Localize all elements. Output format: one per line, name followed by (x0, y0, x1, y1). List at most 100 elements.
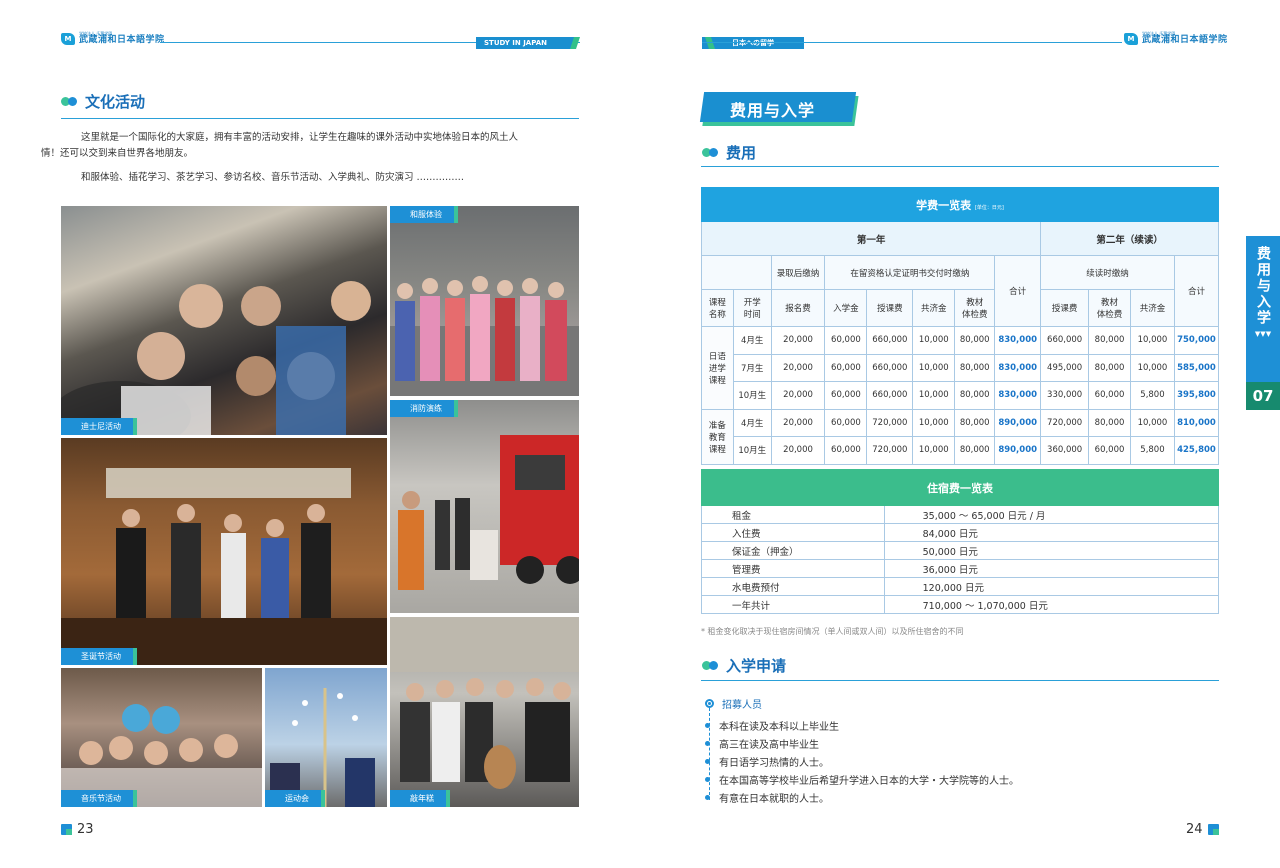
cell-adm: 60,000 (824, 408, 868, 437)
photo-label-sports: 运动会 (265, 790, 325, 807)
col-tuition: 授课费 (866, 289, 914, 327)
course-name: 准备 教育 课程 (701, 408, 734, 465)
rent-value: 84,000 日元 (883, 523, 1220, 542)
cell-total-1: 890,000 (994, 408, 1042, 437)
header-line-right (702, 42, 1122, 43)
cell-adm: 60,000 (824, 436, 868, 465)
cell-books: 80,000 (954, 381, 996, 410)
term: 7月生 (732, 353, 772, 382)
bullet-icon (705, 741, 710, 746)
section-divider-fees (701, 166, 1219, 167)
term: 10月生 (732, 381, 772, 410)
cell-reg: 20,000 (770, 436, 826, 465)
cell-books-2: 60,000 (1088, 381, 1131, 410)
banner-title: 费用与入学 (730, 101, 816, 120)
tuition-title-text: 学费一览表 (916, 198, 972, 212)
cell-tuition: 720,000 (866, 436, 914, 465)
logo-mark-right-icon: M (1124, 32, 1138, 45)
term: 4月生 (732, 326, 772, 355)
cell-tuition-2: 330,000 (1040, 381, 1090, 410)
cell-books-2: 80,000 (1088, 408, 1131, 437)
cell-tuition: 660,000 (866, 381, 914, 410)
list-item: 本科在读及本科以上毕业生 (705, 718, 839, 733)
table-row: 入住费 84,000 日元 (701, 523, 1220, 542)
rent-label: 租金 (701, 505, 885, 524)
col-tuition-2: 授课费 (1040, 289, 1090, 327)
col-reg: 报名费 (770, 289, 826, 327)
recruit-heading: 招募人员 (705, 696, 762, 711)
cell-tuition-2: 720,000 (1040, 408, 1090, 437)
col-fund-2: 共济金 (1130, 289, 1175, 327)
rent-value: 36,000 日元 (883, 559, 1220, 578)
section-title-admission: 入学申请 (726, 657, 787, 675)
cell-fund-2: 5,800 (1130, 381, 1175, 410)
page-number-left-text: 23 (77, 822, 94, 837)
table-row: 7月生 20,000 60,000 660,000 10,000 80,000 … (702, 353, 1220, 382)
side-tab-text: 费用与入学 (1255, 246, 1271, 326)
cell-books: 80,000 (954, 408, 996, 437)
photo-label-mochi: 敲年糕 (390, 790, 450, 807)
recruit-item-text: 有日语学习热情的人士。 (719, 758, 829, 769)
rent-value: 50,000 日元 (883, 541, 1220, 560)
bullet-icon (705, 777, 710, 782)
intro-line-1: 这里就是一个国际化的大家庭，拥有丰富的活动安排，让学生在趣味的课外活动中实地体验… (81, 132, 519, 143)
header-on-admission: 录取后缴纳 (770, 255, 826, 290)
tuition-table-title: 学费一览表 [单位：日元] (701, 187, 1219, 222)
header-continue-pay: 续读时缴纳 (1040, 255, 1175, 290)
section-divider-admission (701, 680, 1219, 681)
cell-total-2: 810,000 (1173, 408, 1220, 437)
cell-reg: 20,000 (770, 408, 826, 437)
table-row: 准备 教育 课程 4月生 20,000 60,000 720,000 10,00… (701, 408, 1220, 465)
cell-books: 80,000 (954, 326, 996, 355)
section-heading-culture: 文化活动 (61, 91, 145, 112)
cell-total-1: 830,000 (994, 353, 1042, 382)
cell-fund-2: 10,000 (1130, 353, 1175, 382)
photo-disney-art (61, 281, 371, 435)
photo-disney: 迪士尼活动 (61, 206, 387, 435)
cell-tuition: 720,000 (866, 408, 914, 437)
photo-label-disney: 迪士尼活动 (61, 418, 137, 435)
table-row: 日语 进学 课程 4月生 20,000 60,000 660,000 10,00… (701, 326, 1220, 410)
side-tab-arrow-icon: ▼▼▼ (1254, 330, 1272, 338)
table-row: 保证金（押金） 50,000 日元 (701, 541, 1220, 560)
photo-mochi: 敲年糕 (390, 617, 579, 807)
school-logo-left: M 学校法人 千葉学園 武蔵浦和日本語学院 (61, 32, 165, 45)
table-row: 水电费预付 120,000 日元 (701, 577, 1220, 596)
rent-label: 入住费 (701, 523, 885, 542)
tuition-unit: [单位：日元] (974, 204, 1004, 211)
photo-music-art (61, 704, 262, 807)
table-row: 10月生 20,000 60,000 720,000 10,000 80,000… (702, 436, 1220, 465)
photo-sports-art (270, 688, 375, 807)
bullet-icon (705, 759, 710, 764)
cell-tuition-2: 495,000 (1040, 353, 1090, 382)
cell-fund-2: 10,000 (1130, 408, 1175, 437)
list-item: 有日语学习热情的人士。 (705, 754, 829, 769)
term: 10月生 (732, 436, 772, 465)
cell-books-2: 80,000 (1088, 353, 1131, 382)
table-row: 管理费 36,000 日元 (701, 559, 1220, 578)
cell-total-2: 585,000 (1173, 353, 1220, 382)
rent-note: * 租金变化取决于现住宿房间情况（单人间或双人间）以及所住宿舍的不同 (701, 627, 964, 636)
cell-total-1: 830,000 (994, 381, 1042, 410)
photo-fire-drill: 消防演练 (390, 400, 579, 613)
photo-label-music: 音乐节活动 (61, 790, 137, 807)
cell-fund: 10,000 (912, 381, 956, 410)
cell-fund: 10,000 (912, 353, 956, 382)
section-heading-fees: 费用 (702, 142, 756, 163)
photo-christmas-art (61, 468, 387, 665)
photo-kimono: 和服体验 (390, 206, 579, 396)
dots-icon (702, 661, 718, 670)
cell-tuition-2: 660,000 (1040, 326, 1090, 355)
dots-icon (702, 148, 718, 157)
cell-fund: 10,000 (912, 326, 956, 355)
col-fund: 共济金 (912, 289, 956, 327)
header-badge-right: 日本への留学 (702, 37, 804, 49)
bullet-icon (705, 795, 710, 800)
page-number-right: 24 (1186, 822, 1219, 837)
cell-adm: 60,000 (824, 326, 868, 355)
dots-icon (61, 97, 77, 106)
section-title-fees: 费用 (726, 144, 757, 162)
cell-fund-2: 5,800 (1130, 436, 1175, 465)
cell-tuition: 660,000 (866, 353, 914, 382)
rent-label: 保证金（押金） (701, 541, 885, 560)
